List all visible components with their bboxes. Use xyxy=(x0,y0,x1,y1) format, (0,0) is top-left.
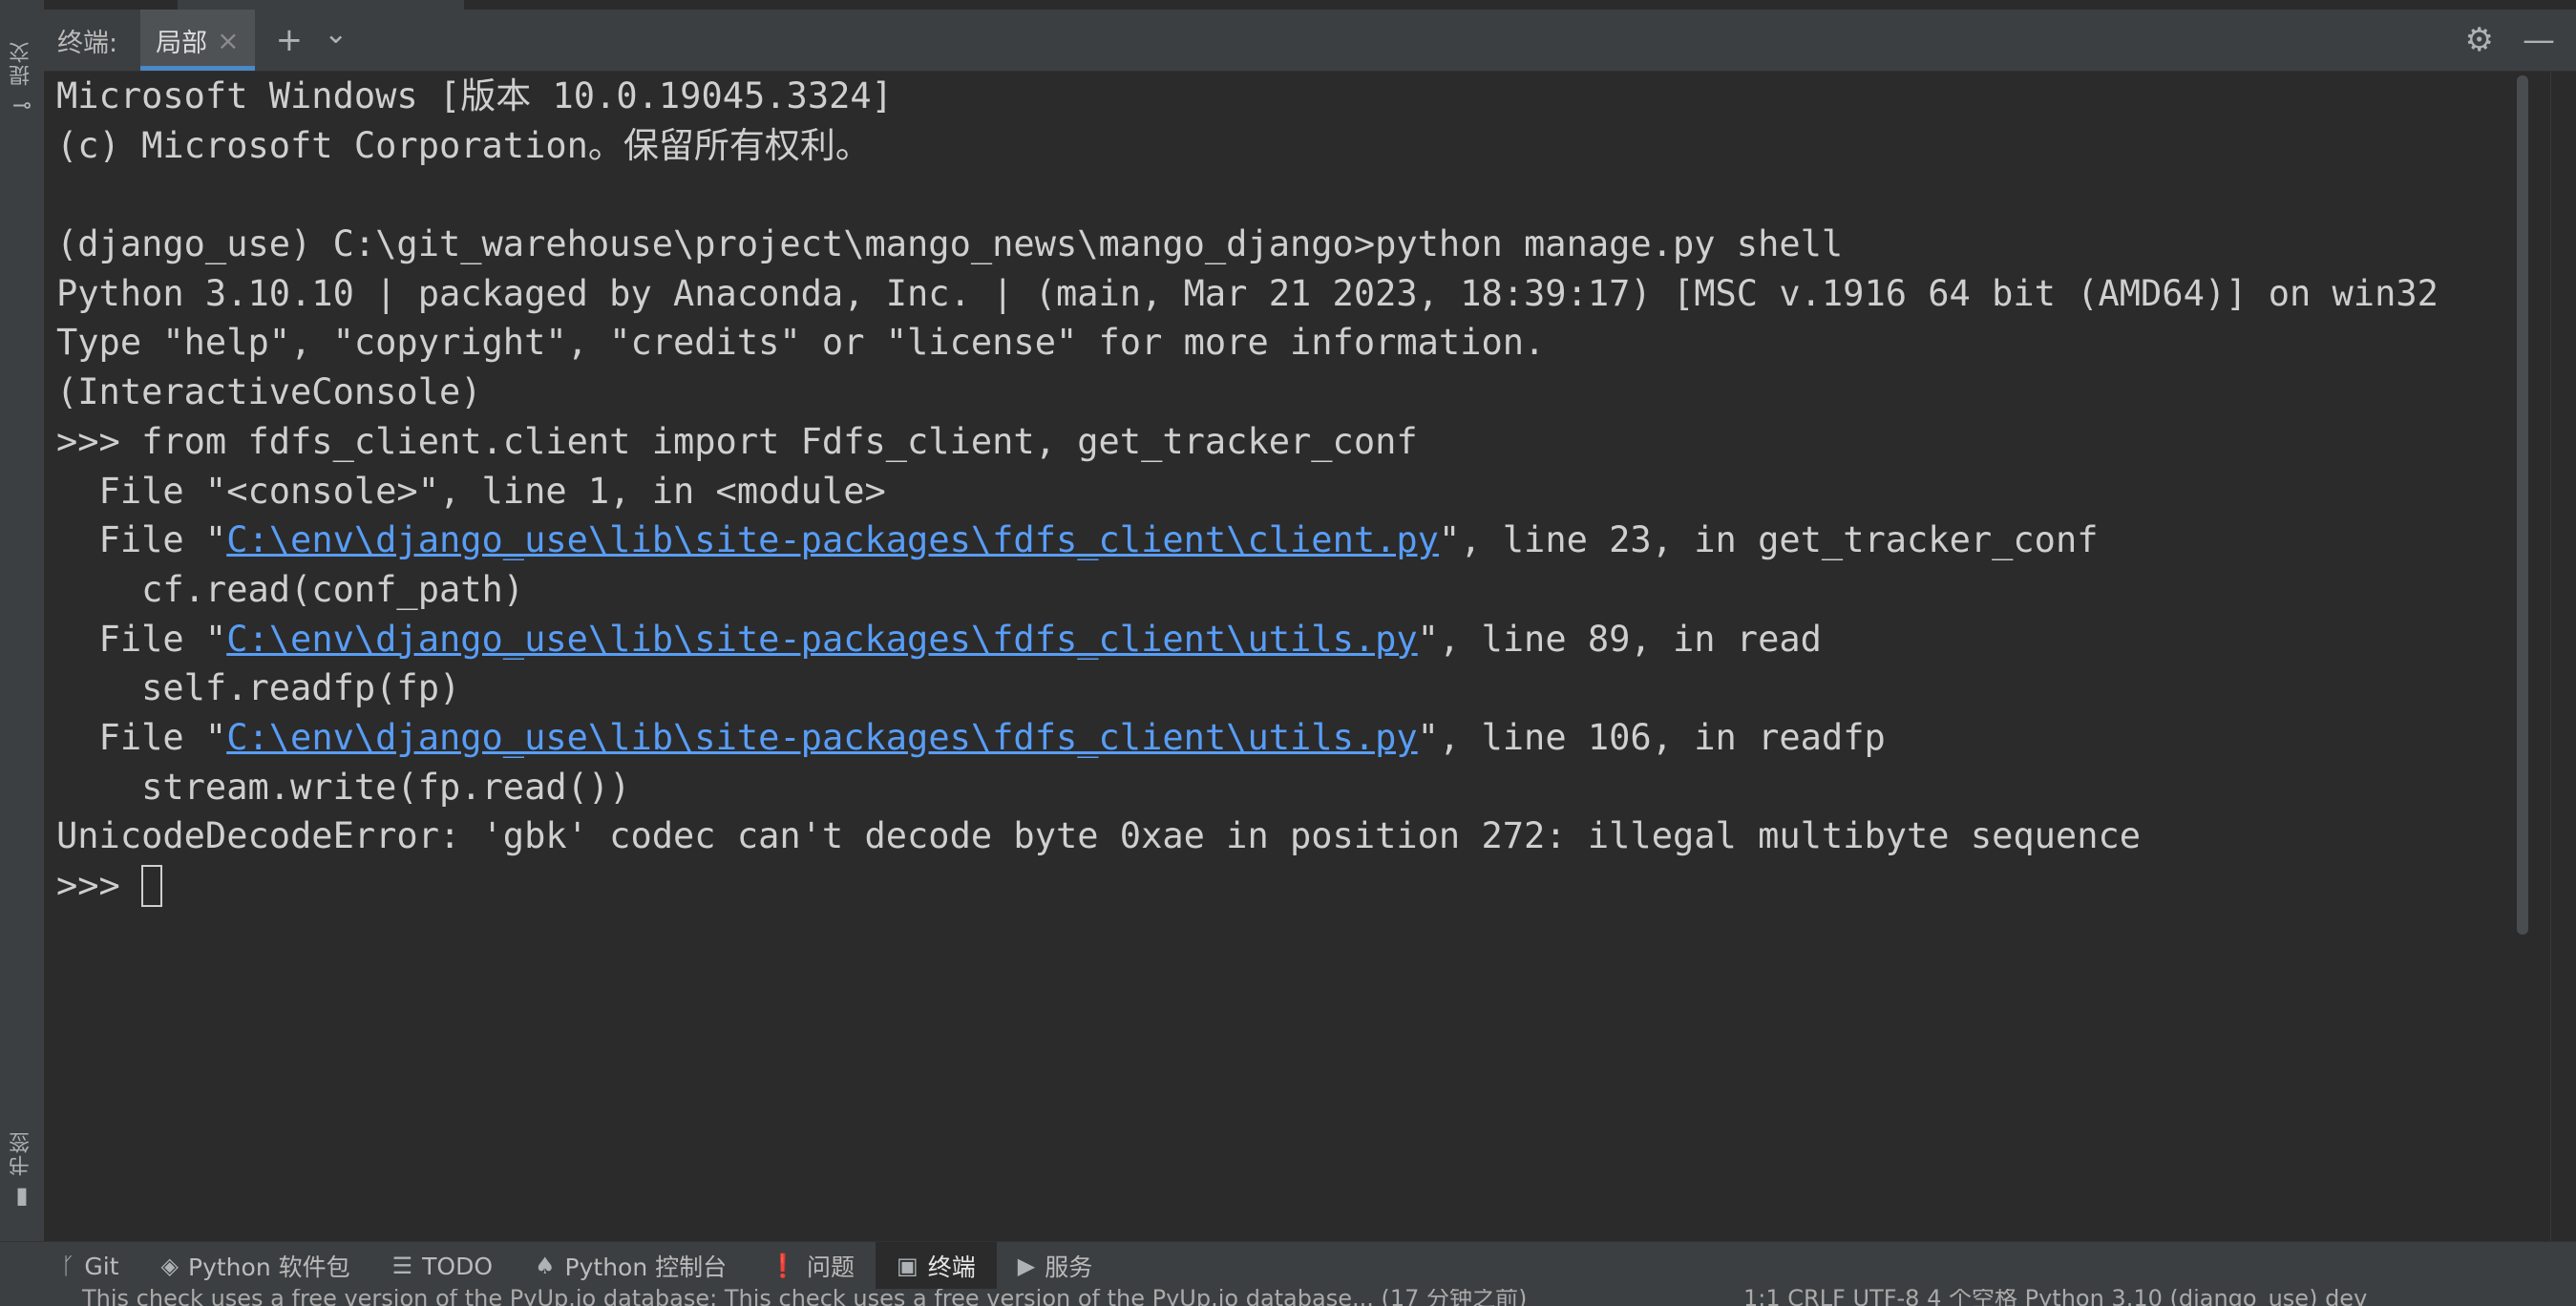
status-info[interactable]: 1:1 CRLF UTF-8 4 个空格 Python 3.10 (django… xyxy=(1743,1289,2367,1306)
terminal-tab-local[interactable]: 局部 × xyxy=(140,10,256,71)
terminal-line: (InteractiveConsole) xyxy=(56,368,2439,417)
terminal-text: Python 3.10.10 | packaged by Anaconda, I… xyxy=(56,272,2439,314)
terminal-line: File "C:\env\django_use\lib\site-package… xyxy=(56,615,2439,664)
terminal-header-actions: ⚙ — xyxy=(2465,10,2555,71)
tool-window-label: 服务 xyxy=(1045,1253,1093,1281)
git-branch-icon: ᚴ xyxy=(61,1253,75,1279)
file-path-link[interactable]: C:\env\django_use\lib\site-packages\fdfs… xyxy=(226,619,1417,660)
terminal-text: stream.write(fp.read()) xyxy=(56,766,631,808)
tool-window-button[interactable]: ᚴ Git xyxy=(40,1242,140,1290)
close-icon[interactable]: × xyxy=(217,25,239,56)
editor-tab-edge[interactable] xyxy=(178,0,464,10)
tool-window-bar: ᚴ Git ◈ Python 软件包 ☰ TODO ♠ Python 控制台 ❗ 问题 ▣ 终端 ▶ 服务 xyxy=(0,1241,2576,1290)
status-bar: This check uses a free version of the Py… xyxy=(0,1289,2576,1306)
terminal-line: Type "help", "copyright", "credits" or "… xyxy=(56,318,2439,368)
add-icon[interactable]: + xyxy=(276,24,304,56)
bookmarks-label: 书签 xyxy=(10,1130,33,1176)
tool-window-label: 终端 xyxy=(927,1253,976,1281)
terminal-text: ", line 23, in get_tracker_conf xyxy=(1438,519,2099,561)
file-path-link[interactable]: C:\env\django_use\lib\site-packages\fdfs… xyxy=(226,717,1417,758)
terminal-line: (django_use) C:\git_warehouse\project\ma… xyxy=(56,220,2439,269)
terminal-line: >>> from fdfs_client.client import Fdfs_… xyxy=(56,417,2439,467)
terminal-text: (InteractiveConsole) xyxy=(56,371,482,413)
terminal-line: >>> xyxy=(56,861,2439,911)
tool-window-label: Python 软件包 xyxy=(188,1253,350,1281)
tool-window-button[interactable]: ▶ 服务 xyxy=(997,1242,1113,1290)
terminal-line: File "C:\env\django_use\lib\site-package… xyxy=(56,516,2439,565)
problems-icon: ❗ xyxy=(769,1253,798,1279)
gear-icon[interactable]: ⚙ xyxy=(2465,24,2494,56)
bookmarks-tool-button[interactable]: 书签 ▮ xyxy=(0,1130,44,1209)
terminal-text: UnicodeDecodeError: 'gbk' codec can't de… xyxy=(56,815,2142,857)
terminal-text: File " xyxy=(56,618,227,660)
terminal-line: Microsoft Windows [版本 10.0.19045.3324] xyxy=(56,72,2439,121)
terminal-text: ", line 106, in readfp xyxy=(1417,716,1886,758)
terminal-text: (c) Microsoft Corporation。保留所有权利。 xyxy=(56,124,871,166)
terminal-text: >>> xyxy=(56,865,142,906)
terminal-line: File "<console>", line 1, in <module> xyxy=(56,467,2439,516)
chevron-down-icon[interactable]: ⌄ xyxy=(324,20,348,49)
terminal-line: Python 3.10.10 | packaged by Anaconda, I… xyxy=(56,269,2439,319)
terminal-tab-label: 局部 xyxy=(156,28,208,58)
tool-window-button[interactable]: ◈ Python 软件包 xyxy=(140,1242,371,1290)
terminal-text: Microsoft Windows [版本 10.0.19045.3324] xyxy=(56,75,893,116)
tool-window-label: TODO xyxy=(422,1252,494,1280)
tool-window-label: 问题 xyxy=(807,1253,855,1281)
terminal-title: 终端: xyxy=(57,28,118,58)
right-tool-strip xyxy=(2550,72,2576,1241)
tool-window-button[interactable]: ♠ Python 控制台 xyxy=(514,1242,748,1290)
terminal-text: cf.read(conf_path) xyxy=(56,568,525,610)
terminal-text: File " xyxy=(56,519,227,561)
terminal-line: stream.write(fp.read()) xyxy=(56,763,2439,812)
terminal-header: 终端: 局部 × + ⌄ ⚙ — xyxy=(44,10,2576,72)
tool-window-button[interactable]: ☰ TODO xyxy=(371,1242,514,1290)
commit-label: 提交 xyxy=(10,40,33,86)
tool-window-button[interactable]: ▣ 终端 xyxy=(876,1242,997,1290)
python-console-icon: ♠ xyxy=(535,1253,556,1279)
terminal-text: (django_use) C:\git_warehouse\project\ma… xyxy=(56,223,1844,265)
terminal-line: File "C:\env\django_use\lib\site-package… xyxy=(56,713,2439,763)
terminal-text: File " xyxy=(56,716,227,758)
terminal-line: cf.read(conf_path) xyxy=(56,565,2439,615)
todo-list-icon: ☰ xyxy=(391,1253,413,1279)
left-tool-strip: 提交 ⊸ 书签 ▮ xyxy=(0,0,45,1241)
terminal-output[interactable]: Microsoft Windows [版本 10.0.19045.3324] (c… xyxy=(44,72,2540,1241)
status-message[interactable]: This check uses a free version of the Py… xyxy=(82,1289,1527,1306)
bookmark-icon: ▮ xyxy=(15,1182,29,1209)
terminal-text: >>> from fdfs_client.client import Fdfs_… xyxy=(56,420,1418,462)
terminal-text: Type "help", "copyright", "credits" or "… xyxy=(56,322,1546,364)
terminal-text: File "<console>", line 1, in <module> xyxy=(56,470,886,512)
terminal-lines: Microsoft Windows [版本 10.0.19045.3324] (c… xyxy=(56,72,2439,911)
commit-tool-button[interactable]: 提交 ⊸ xyxy=(0,40,44,118)
services-icon: ▶ xyxy=(1017,1253,1036,1279)
tool-window-label: Python 控制台 xyxy=(564,1253,728,1281)
file-path-link[interactable]: C:\env\django_use\lib\site-packages\fdfs… xyxy=(226,519,1439,560)
commit-icon: ⊸ xyxy=(11,92,32,118)
terminal-icon: ▣ xyxy=(897,1253,918,1279)
ide-window: 提交 ⊸ 书签 ▮ 终端: 局部 × + ⌄ ⚙ — Microsoft Win… xyxy=(0,0,2576,1306)
vertical-scrollbar[interactable] xyxy=(2517,75,2528,935)
terminal-line: self.readfp(fp) xyxy=(56,664,2439,713)
terminal-text: self.readfp(fp) xyxy=(56,667,461,709)
python-packages-icon: ◈ xyxy=(160,1253,179,1279)
terminal-line: UnicodeDecodeError: 'gbk' codec can't de… xyxy=(56,811,2439,861)
tool-window-button[interactable]: ❗ 问题 xyxy=(748,1242,876,1290)
minimize-icon[interactable]: — xyxy=(2523,24,2555,56)
tool-window-label: Git xyxy=(84,1252,119,1280)
terminal-text: ", line 89, in read xyxy=(1417,618,1822,660)
text-cursor xyxy=(141,865,163,907)
terminal-line: (c) Microsoft Corporation。保留所有权利。 xyxy=(56,121,2439,171)
